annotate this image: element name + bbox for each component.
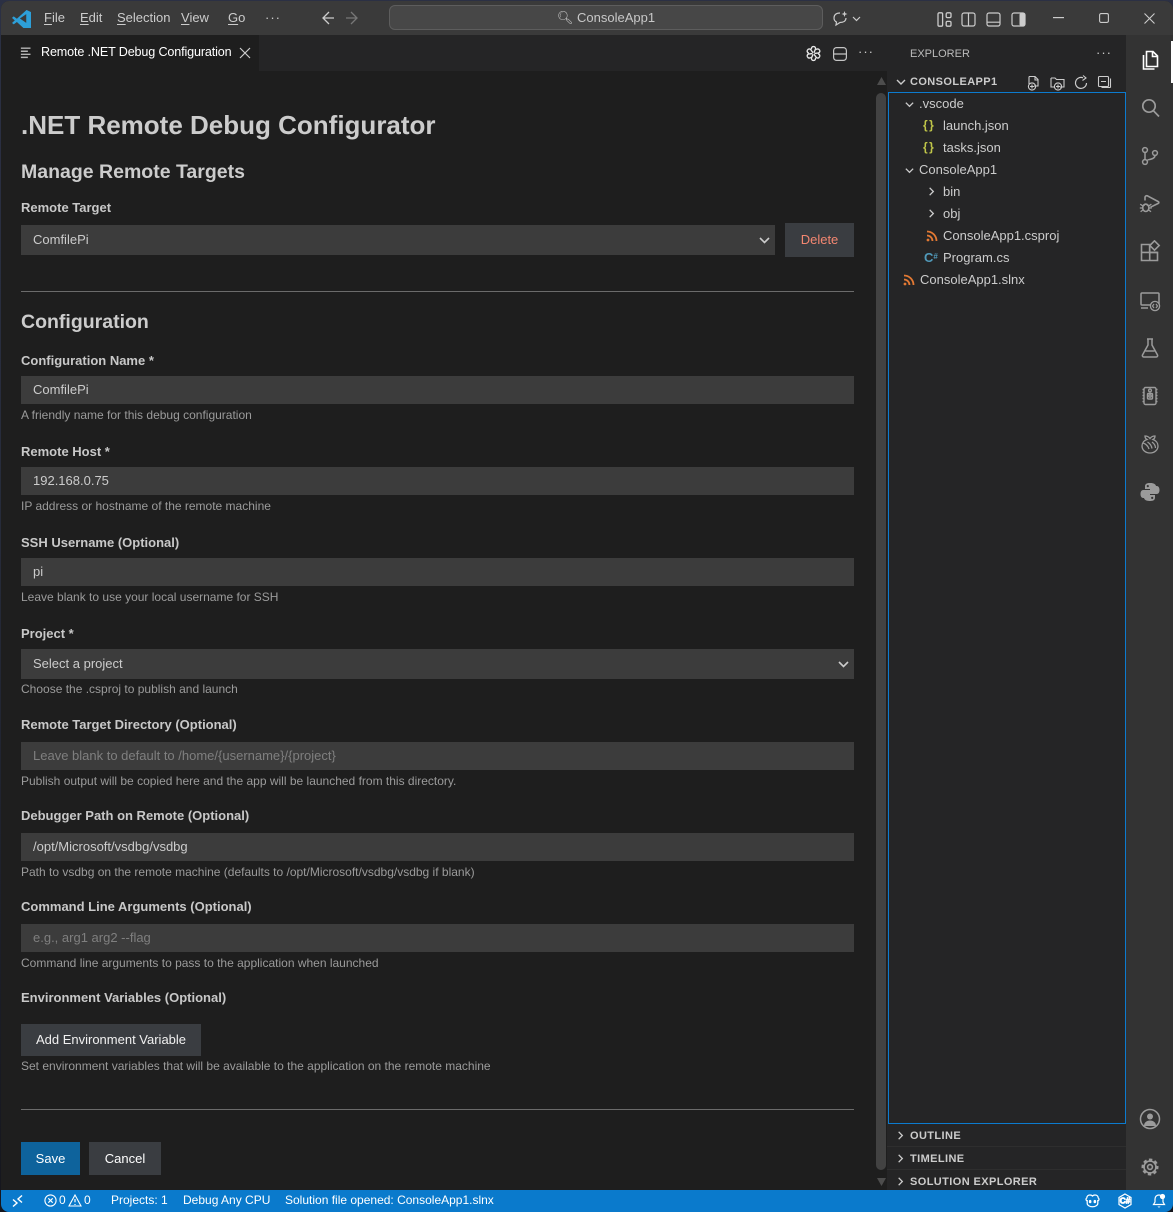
svg-text:C#: C# <box>1120 1197 1131 1206</box>
